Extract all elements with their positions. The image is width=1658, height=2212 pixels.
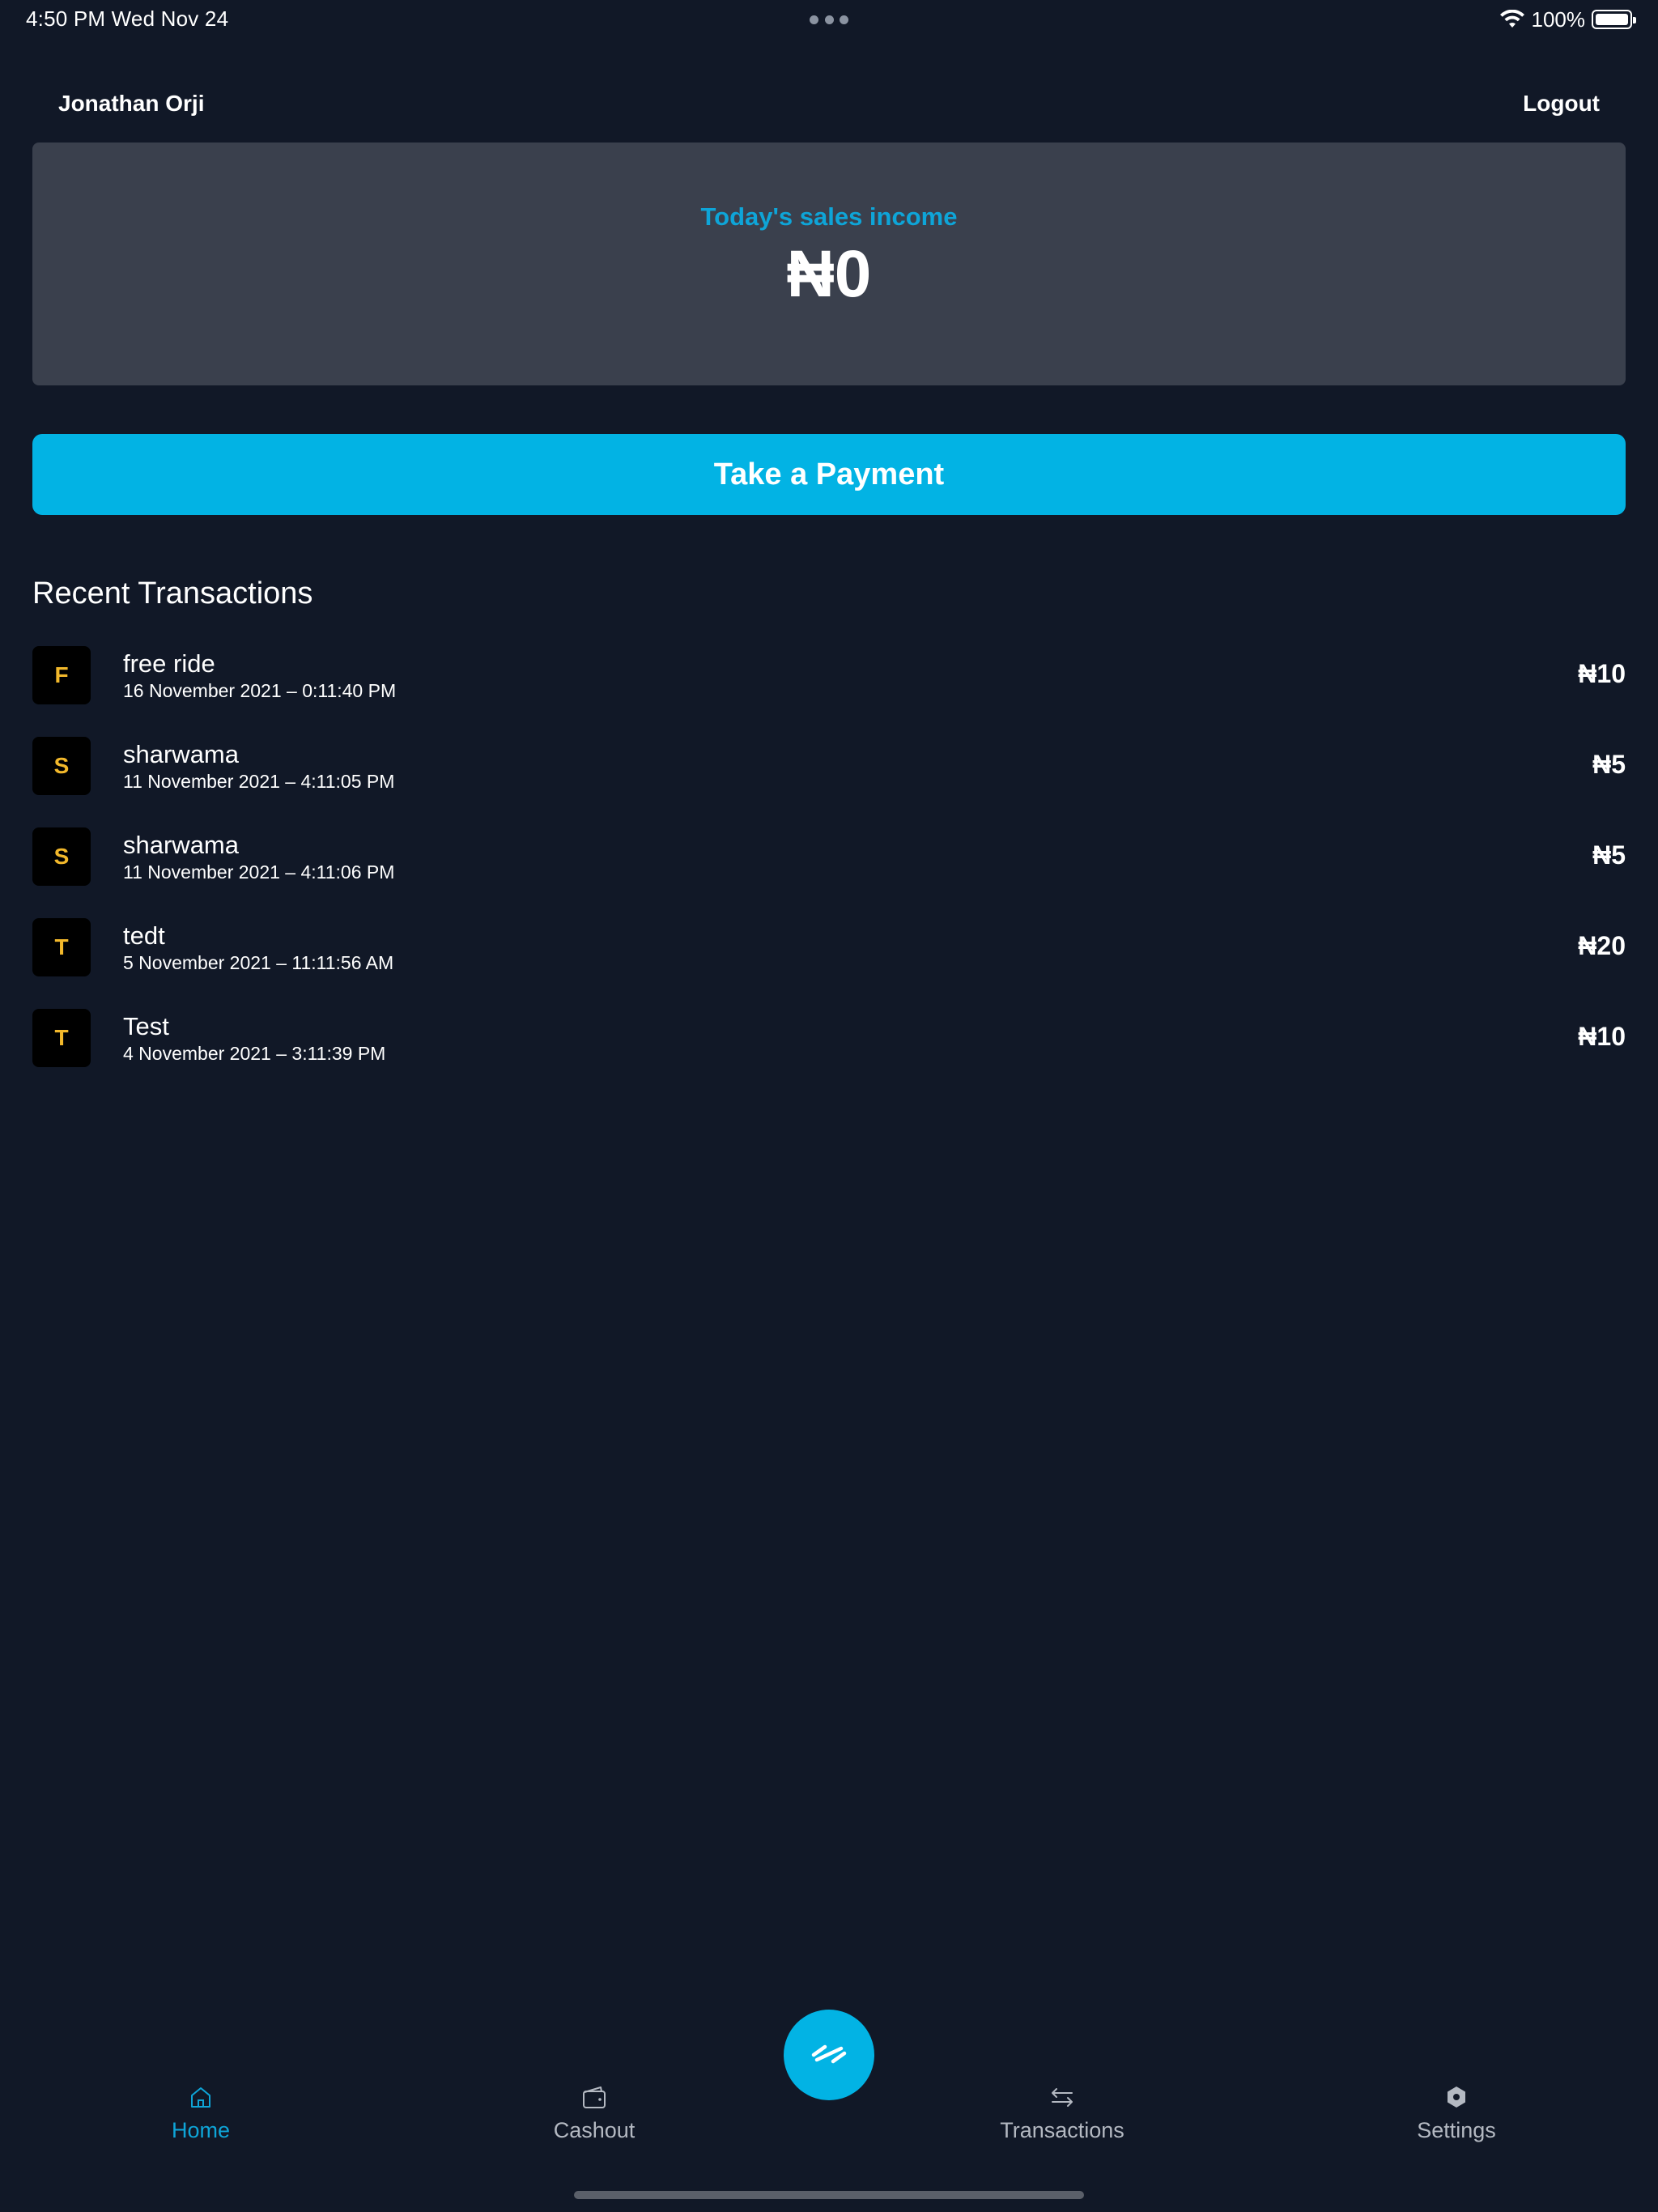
transaction-row[interactable]: S sharwama 11 November 2021 – 4:11:05 PM… [32,735,1626,826]
nav-label-settings: Settings [1417,2118,1496,2142]
nav-label-cashout: Cashout [553,2118,636,2142]
status-bar: 4:50 PM Wed Nov 24 100% [0,0,1658,39]
transaction-name: Test [123,1012,169,1040]
battery-icon [1592,10,1636,29]
sales-income-label: Today's sales income [700,202,958,231]
wifi-icon [1499,10,1524,28]
wallet-icon [583,2087,606,2108]
status-right: 100% [1499,6,1636,32]
battery-fill [1596,14,1628,25]
transaction-date: 11 November 2021 – 4:11:05 PM [123,771,395,792]
transaction-row[interactable]: S sharwama 11 November 2021 – 4:11:06 PM… [32,826,1626,917]
transaction-avatar: S [32,737,91,795]
take-payment-button[interactable]: Take a Payment [32,434,1626,515]
transaction-amount: ₦20 [1578,931,1626,960]
battery-percentage: 100% [1531,6,1586,32]
transaction-name: free ride [123,649,215,678]
nav-item-transactions[interactable]: Transactions [957,2082,1167,2147]
sales-income-card: Today's sales income ₦0 [32,143,1626,385]
transaction-name: sharwama [123,831,239,859]
nav-label-transactions: Transactions [1000,2118,1124,2142]
nav-item-cashout[interactable]: Cashout [489,2082,699,2147]
nav-item-settings[interactable]: Settings [1351,2082,1562,2147]
transaction-avatar: S [32,827,91,886]
transfer-icon [811,2044,847,2064]
transaction-date: 16 November 2021 – 0:11:40 PM [123,680,397,701]
transaction-avatar: F [32,646,91,704]
transaction-name: sharwama [123,740,239,768]
transaction-date: 11 November 2021 – 4:11:06 PM [123,861,395,883]
transaction-date: 5 November 2021 – 11:11:56 AM [123,952,394,973]
transaction-amount: ₦10 [1578,659,1626,688]
nav-label-home: Home [171,2118,231,2142]
sales-income-amount: ₦0 [786,237,872,311]
multitasking-dots-icon[interactable] [810,15,848,25]
transaction-row[interactable]: F free ride 16 November 2021 – 0:11:40 P… [32,644,1626,735]
home-indicator[interactable] [574,2191,1084,2199]
nav-item-home[interactable]: Home [96,2082,306,2147]
transaction-amount: ₦5 [1592,750,1626,779]
transaction-name: tedt [123,921,165,950]
logout-button[interactable]: Logout [1523,91,1600,117]
transaction-date: 4 November 2021 – 3:11:39 PM [123,1043,386,1064]
hexagon-gear-icon [1448,2087,1465,2108]
transaction-row[interactable]: T tedt 5 November 2021 – 11:11:56 AM ₦20 [32,917,1626,1007]
home-icon [191,2087,210,2108]
swap-arrows-icon [1052,2088,1073,2107]
transaction-amount: ₦10 [1578,1022,1626,1051]
transaction-avatar: T [32,918,91,976]
transaction-avatar: T [32,1009,91,1067]
transfer-fab-button[interactable] [784,2010,874,2100]
transaction-row[interactable]: T Test 4 November 2021 – 3:11:39 PM ₦10 [32,1007,1626,1098]
user-name: Jonathan Orji [58,91,205,116]
recent-transactions-title: Recent Transactions [32,576,313,610]
status-time: 4:50 PM Wed Nov 24 [26,6,229,31]
transaction-amount: ₦5 [1592,840,1626,870]
transactions-list: F free ride 16 November 2021 – 0:11:40 P… [32,644,1626,1098]
